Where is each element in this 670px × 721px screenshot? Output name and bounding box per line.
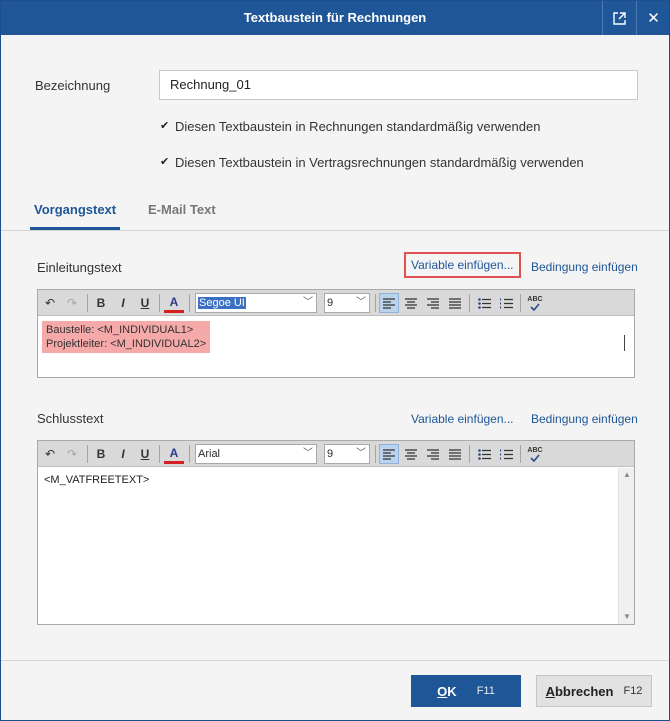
title-bar: Textbaustein für Rechnungen ✕ [1, 1, 669, 35]
align-right-icon[interactable] [423, 444, 443, 464]
intro-toolbar: ↶ ↷ B I U A Segoe UI ﹀ 9 ﹀ ABC [38, 290, 634, 316]
font-size-select[interactable]: 9 ﹀ [324, 444, 370, 464]
intro-insert-condition-link[interactable]: Bedingung einfügen [531, 260, 638, 274]
closing-text: <M_VATFREETEXT> [44, 474, 150, 486]
spellcheck-icon[interactable]: ABC [525, 293, 545, 313]
closing-insert-variable-link[interactable]: Variable einfügen... [411, 412, 514, 426]
window-title: Textbaustein für Rechnungen [243, 10, 427, 25]
font-size-select[interactable]: 9 ﹀ [324, 293, 370, 313]
intro-insert-variable-link[interactable]: Variable einfügen... [404, 252, 521, 278]
checkbox-invoices[interactable]: ✔ Diesen Textbaustein in Rechnungen stan… [160, 119, 540, 134]
name-input[interactable]: Rechnung_01 [159, 70, 638, 100]
redo-icon[interactable]: ↷ [62, 293, 82, 313]
intro-label: Einleitungstext [37, 260, 122, 275]
align-center-icon[interactable] [401, 293, 421, 313]
align-right-icon[interactable] [423, 293, 443, 313]
scroll-up-icon[interactable]: ▲ [619, 468, 635, 482]
tab-content: Einleitungstext Variable einfügen... Bed… [1, 232, 669, 659]
align-center-icon[interactable] [401, 444, 421, 464]
align-left-icon[interactable] [379, 444, 399, 464]
font-color-icon[interactable]: A [164, 293, 184, 313]
bullet-list-icon[interactable] [474, 444, 494, 464]
chevron-down-icon: ﹀ [303, 297, 313, 308]
font-family-value: Segoe UI [198, 297, 246, 309]
underline-icon[interactable]: U [135, 293, 155, 313]
checkbox-contract-invoices-label: Diesen Textbaustein in Vertragsrechnunge… [175, 155, 584, 170]
dialog-window: Textbaustein für Rechnungen ✕ Bezeichnun… [0, 0, 670, 721]
closing-text-area[interactable]: <M_VATFREETEXT> ▲ ▼ [38, 468, 634, 624]
cancel-shortcut: F12 [623, 685, 643, 697]
font-size-value: 9 [327, 297, 334, 309]
font-family-select[interactable]: Arial ﹀ [195, 444, 317, 464]
checkmark-icon: ✔ [160, 120, 170, 132]
popout-icon [613, 11, 626, 25]
tab-vorgangstext[interactable]: Vorgangstext [29, 191, 121, 230]
closing-insert-condition-link[interactable]: Bedingung einfügen [531, 412, 638, 426]
font-family-value: Arial [198, 448, 221, 460]
italic-icon[interactable]: I [113, 444, 133, 464]
closing-scrollbar[interactable]: ▲ ▼ [618, 468, 634, 624]
redo-icon[interactable]: ↷ [62, 444, 82, 464]
chevron-down-icon: ﹀ [356, 297, 366, 308]
chevron-down-icon: ﹀ [356, 448, 366, 459]
underline-icon[interactable]: U [135, 444, 155, 464]
bullet-list-icon[interactable] [474, 293, 494, 313]
popout-button[interactable] [602, 1, 636, 35]
tab-bar: Vorgangstext E-Mail Text [1, 191, 669, 231]
ok-shortcut: F11 [476, 685, 495, 697]
checkbox-invoices-label: Diesen Textbaustein in Rechnungen standa… [175, 119, 541, 134]
align-left-icon[interactable] [379, 293, 399, 313]
justify-icon[interactable] [445, 444, 465, 464]
font-color-icon[interactable]: A [164, 444, 184, 464]
checkbox-contract-invoices[interactable]: ✔ Diesen Textbaustein in Vertragsrechnun… [160, 155, 584, 170]
closing-editor: ↶ ↷ B I U A Arial ﹀ 9 ﹀ ABC <M_VATFREETE… [37, 440, 635, 625]
font-family-select[interactable]: Segoe UI ﹀ [195, 293, 317, 313]
text-cursor [624, 335, 625, 351]
undo-icon[interactable]: ↶ [40, 293, 60, 313]
scroll-down-icon[interactable]: ▼ [619, 610, 635, 624]
bold-icon[interactable]: B [91, 293, 111, 313]
numbered-list-icon[interactable] [496, 293, 516, 313]
bold-icon[interactable]: B [91, 444, 111, 464]
close-button[interactable]: ✕ [636, 1, 670, 35]
intro-line: Projektleiter: <M_INDIVIDUAL2> [46, 338, 207, 350]
intro-line: Baustelle: <M_INDIVIDUAL1> [46, 324, 194, 336]
ok-button[interactable]: OK F11 [411, 675, 521, 707]
checkmark-icon: ✔ [160, 156, 170, 168]
cancel-button[interactable]: Abbrechen F12 [536, 675, 652, 707]
intro-highlighted-text: Baustelle: <M_INDIVIDUAL1> Projektleiter… [42, 321, 211, 353]
numbered-list-icon[interactable] [496, 444, 516, 464]
justify-icon[interactable] [445, 293, 465, 313]
undo-icon[interactable]: ↶ [40, 444, 60, 464]
font-size-value: 9 [327, 448, 334, 460]
name-label: Bezeichnung [35, 78, 111, 93]
closing-label: Schlusstext [37, 411, 104, 426]
tab-email-text[interactable]: E-Mail Text [148, 191, 216, 229]
intro-text-area[interactable]: Baustelle: <M_INDIVIDUAL1> Projektleiter… [38, 317, 634, 377]
dialog-footer: OK F11 Abbrechen F12 [1, 660, 669, 720]
close-icon: ✕ [647, 10, 660, 27]
closing-toolbar: ↶ ↷ B I U A Arial ﹀ 9 ﹀ ABC [38, 441, 634, 467]
intro-editor: ↶ ↷ B I U A Segoe UI ﹀ 9 ﹀ ABC Baustelle… [37, 289, 635, 378]
spellcheck-icon[interactable]: ABC [525, 444, 545, 464]
chevron-down-icon: ﹀ [303, 448, 313, 459]
italic-icon[interactable]: I [113, 293, 133, 313]
